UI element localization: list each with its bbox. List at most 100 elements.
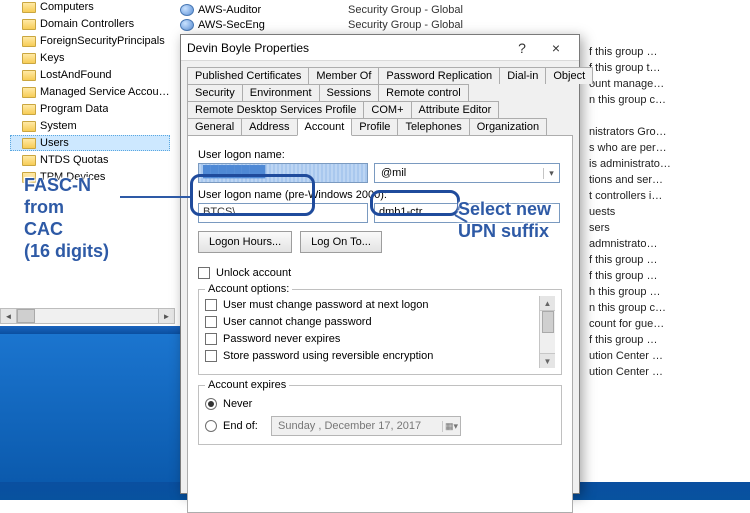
group-type: Security Group - Global	[348, 4, 463, 16]
scroll-thumb[interactable]	[542, 311, 554, 333]
folder-icon	[22, 2, 36, 13]
logon-hours-button[interactable]: Logon Hours...	[198, 231, 292, 253]
help-button[interactable]: ?	[505, 38, 539, 58]
account-expires-group: Account expires Never End of: Sunday , D…	[198, 385, 562, 445]
description-fragment: f this group …	[589, 268, 744, 284]
logon-name-input[interactable]: ████████	[198, 163, 368, 183]
tab-sessions[interactable]: Sessions	[319, 84, 380, 101]
scroll-up-button[interactable]: ▲	[540, 296, 555, 311]
description-fragment: uests	[589, 204, 744, 220]
options-vscroll[interactable]: ▲ ▼	[539, 296, 555, 368]
tab-dial-in[interactable]: Dial-in	[499, 67, 546, 84]
radio-icon	[205, 398, 217, 410]
description-fragment: f this group …	[589, 252, 744, 268]
description-fragment: tions and ser…	[589, 172, 744, 188]
description-fragment: ution Center …	[589, 364, 744, 380]
option-label: Password never expires	[223, 333, 340, 345]
description-fragment: ution Center …	[589, 348, 744, 364]
tree-label: System	[40, 120, 77, 132]
account-option[interactable]: Store password using reversible encrypti…	[205, 347, 537, 364]
never-label: Never	[223, 398, 252, 410]
tree-item[interactable]: ForeignSecurityPrincipals	[10, 33, 170, 49]
expire-date-picker[interactable]: Sunday , December 17, 2017 ▦▾	[271, 416, 461, 436]
tab-published-certificates[interactable]: Published Certificates	[187, 67, 309, 84]
annotation-upn: Select newUPN suffix	[458, 198, 551, 242]
never-radio-row[interactable]: Never	[205, 394, 555, 414]
endof-label: End of:	[223, 420, 265, 432]
tab-profile[interactable]: Profile	[351, 118, 398, 135]
tree-label: Domain Controllers	[40, 18, 134, 30]
tab-address[interactable]: Address	[241, 118, 297, 135]
annotation-fascn: FASC-NfromCAC(16 digits)	[24, 174, 109, 262]
upn-suffix-value: @mil	[375, 167, 543, 179]
tab-account[interactable]: Account	[297, 118, 353, 136]
pre2000-domain-input[interactable]: BTCS\	[198, 203, 368, 223]
checkbox-icon	[205, 333, 217, 345]
tab-object[interactable]: Object	[545, 67, 593, 84]
logon-to-button[interactable]: Log On To...	[300, 231, 382, 253]
description-fragment: t controllers i…	[589, 188, 744, 204]
folder-icon	[22, 19, 36, 30]
group-icon	[180, 4, 194, 16]
scroll-left-button[interactable]: ◄	[1, 309, 17, 323]
tree-label: Users	[40, 137, 69, 149]
tab-com-[interactable]: COM+	[363, 101, 411, 118]
tree-item[interactable]: System	[10, 118, 170, 134]
tree-item[interactable]: NTDS Quotas	[10, 152, 170, 168]
folder-icon	[22, 70, 36, 81]
folder-icon	[22, 104, 36, 115]
checkbox-icon	[205, 299, 217, 311]
tree-item[interactable]: Computers	[10, 0, 170, 15]
unlock-account-checkbox[interactable]: Unlock account	[198, 267, 562, 279]
tab-environment[interactable]: Environment	[242, 84, 320, 101]
tab-organization[interactable]: Organization	[469, 118, 547, 135]
tree-label: LostAndFound	[40, 69, 112, 81]
tree-item[interactable]: Domain Controllers	[10, 16, 170, 32]
description-fragment: is administrato…	[589, 156, 744, 172]
endof-radio-row[interactable]: End of: Sunday , December 17, 2017 ▦▾	[205, 416, 555, 436]
titlebar[interactable]: Devin Boyle Properties ? ×	[181, 35, 579, 61]
tree-item[interactable]: LostAndFound	[10, 67, 170, 83]
account-option[interactable]: User cannot change password	[205, 313, 537, 330]
tab-remote-control[interactable]: Remote control	[378, 84, 469, 101]
tree-label: Keys	[40, 52, 64, 64]
folder-icon	[22, 87, 36, 98]
scroll-thumb[interactable]	[17, 309, 35, 323]
description-fragment	[589, 108, 744, 124]
scroll-down-button[interactable]: ▼	[540, 353, 555, 368]
tab-attribute-editor[interactable]: Attribute Editor	[411, 101, 500, 118]
tree-item[interactable]: Keys	[10, 50, 170, 66]
upn-suffix-combo[interactable]: @mil ▾	[374, 163, 560, 183]
description-fragment: ount manage…	[589, 76, 744, 92]
tab-password-replication[interactable]: Password Replication	[378, 67, 500, 84]
tab-member-of[interactable]: Member Of	[308, 67, 379, 84]
group-icon	[180, 19, 194, 31]
scroll-right-button[interactable]: ►	[158, 309, 174, 323]
tab-general[interactable]: General	[187, 118, 242, 135]
tree-item[interactable]: Managed Service Accounts	[10, 84, 170, 100]
leader-line	[120, 196, 190, 198]
list-row[interactable]: AWS-SecEngSecurity Group - Global	[180, 17, 463, 32]
description-fragment: admnistrato…	[589, 236, 744, 252]
properties-dialog: Devin Boyle Properties ? × Published Cer…	[180, 34, 580, 494]
tree-label: Program Data	[40, 103, 108, 115]
tab-telephones[interactable]: Telephones	[397, 118, 469, 135]
checkbox-icon	[198, 267, 210, 279]
account-option[interactable]: Password never expires	[205, 330, 537, 347]
close-button[interactable]: ×	[539, 38, 573, 58]
tree-item[interactable]: Users	[10, 135, 170, 151]
tree-item[interactable]: Program Data	[10, 101, 170, 117]
tab-security[interactable]: Security	[187, 84, 243, 101]
tree-hscroll[interactable]: ◄ ►	[0, 308, 175, 324]
description-fragment: sers	[589, 220, 744, 236]
account-options-group: Account options: User must change passwo…	[198, 289, 562, 375]
dialog-title: Devin Boyle Properties	[187, 41, 505, 55]
account-option[interactable]: User must change password at next logon	[205, 296, 537, 313]
tree-label: Computers	[40, 1, 94, 13]
group-name: AWS-SecEng	[198, 19, 348, 31]
scroll-track[interactable]	[17, 309, 158, 323]
list-row[interactable]: AWS-AuditorSecurity Group - Global	[180, 2, 463, 17]
description-fragment: f this group …	[589, 44, 744, 60]
group-type: Security Group - Global	[348, 19, 463, 31]
tab-remote-desktop-services-profile[interactable]: Remote Desktop Services Profile	[187, 101, 364, 118]
